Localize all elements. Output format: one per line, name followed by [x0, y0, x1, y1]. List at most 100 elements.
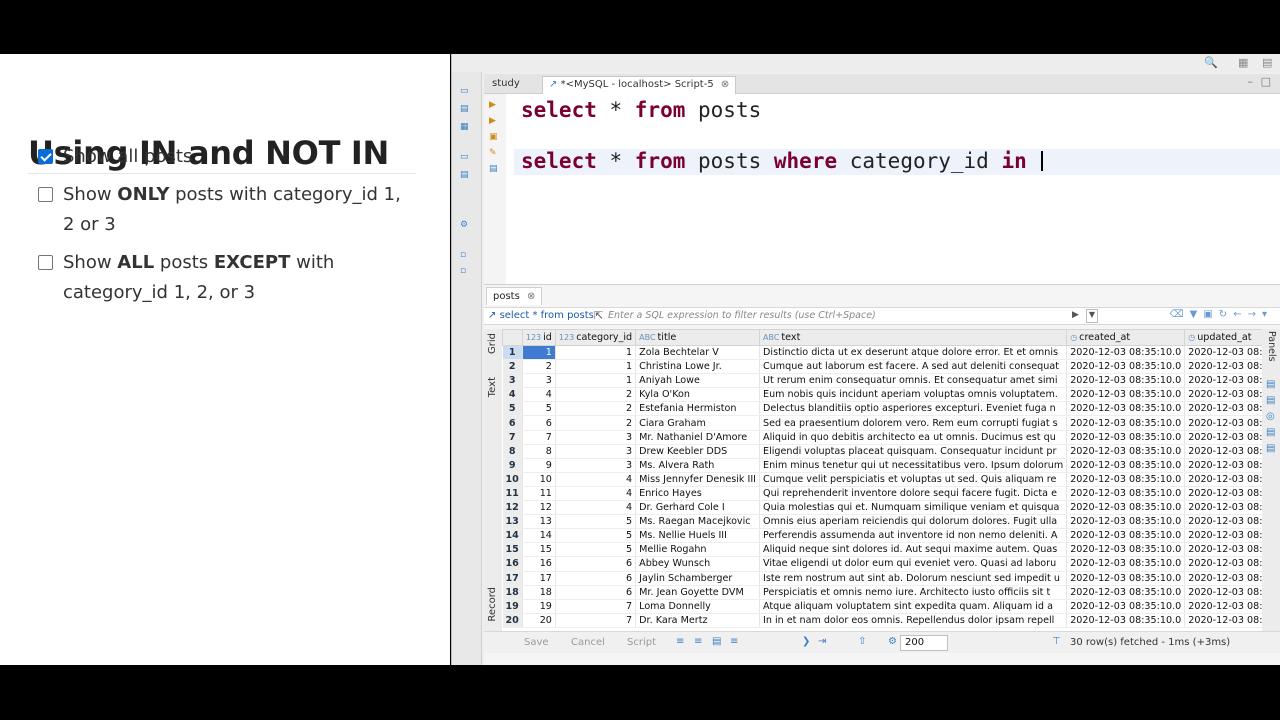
table-cell[interactable]: Ut rerum enim consequatur omnis. Et cons…	[759, 373, 1068, 389]
file-icon[interactable]: ▫	[460, 250, 466, 260]
table-row[interactable]: 17 17 6 Jaylin Schamberger Iste rem nostrum …	[502, 571, 1262, 586]
row-number[interactable]: 11	[502, 486, 523, 502]
table-cell[interactable]: 4	[555, 486, 637, 502]
table-cell[interactable]: 2020-12-03 08:35:10.0	[1184, 430, 1262, 445]
table-cell[interactable]: 1	[555, 373, 637, 389]
row-number[interactable]: 10	[502, 472, 523, 487]
table-cell[interactable]: Aliquid neque sint dolores id. Aut sequi…	[759, 542, 1068, 558]
cancel-button[interactable]: Cancel	[571, 637, 605, 648]
save-button[interactable]: Save	[524, 637, 549, 648]
table-cell[interactable]: 2020-12-03 08:35:10.0	[1066, 556, 1186, 572]
option-checkbox[interactable]	[38, 149, 53, 164]
row-number[interactable]: 12	[502, 500, 523, 516]
export-icon[interactable]: ⇧	[858, 636, 866, 647]
row-number[interactable]: 14	[502, 528, 523, 544]
table-cell[interactable]: 2020-12-03 08:35:10.0	[1066, 528, 1186, 544]
table-cell[interactable]: 2020-12-03 08:35:10.0	[1066, 373, 1186, 389]
error-log-icon[interactable]: ▫	[460, 266, 466, 276]
explain-plan-icon[interactable]: ▣	[489, 132, 498, 142]
table-cell[interactable]: 2020-12-03 08:35:10.0	[1184, 345, 1262, 361]
table-cell[interactable]: Perferendis assumenda aut inventore id n…	[759, 528, 1068, 544]
panel-icon[interactable]: ▤	[1266, 379, 1275, 390]
table-cell[interactable]: 2020-12-03 08:35:10.0	[1184, 556, 1262, 572]
results-grid[interactable]: 123 id 123 category_id ABC title ABC text ◷ creat…	[502, 329, 1262, 631]
table-cell[interactable]: 2020-12-03 08:35:10.0	[1066, 458, 1186, 473]
table-cell[interactable]: 2020-12-03 08:35:10.0	[1184, 359, 1262, 375]
table-cell[interactable]: 2020-12-03 08:35:10.0	[1184, 444, 1262, 459]
column-header-title[interactable]: ABC title	[635, 329, 761, 346]
script-button[interactable]: Script	[627, 637, 656, 648]
next-page-icon[interactable]: ❯	[802, 636, 810, 647]
table-cell[interactable]: 2020-12-03 08:35:10.0	[1184, 571, 1262, 586]
table-cell[interactable]: 13	[522, 514, 556, 530]
minimize-icon[interactable]: –	[1248, 75, 1254, 88]
search-icon[interactable]: 🔍	[1204, 56, 1218, 69]
panel-icon[interactable]: ▤	[1266, 443, 1275, 454]
table-cell[interactable]: Mellie Rogahn	[635, 542, 761, 558]
row-number[interactable]: 2	[502, 359, 523, 375]
table-cell[interactable]: 6	[555, 585, 637, 600]
delete-row-icon[interactable]: ≡	[730, 636, 738, 647]
copy-row-icon[interactable]: ▤	[712, 636, 721, 647]
apply-filter-icon[interactable]: ▶	[1072, 310, 1079, 320]
table-row[interactable]: 2 2 1 Christina Lowe Jr. Cumque aut laborum …	[502, 359, 1262, 375]
table-cell[interactable]: 2020-12-03 08:35:10.0	[1066, 514, 1186, 530]
table-row[interactable]: 9 9 3 Ms. Alvera Rath Enim minus tenetur qui…	[502, 458, 1262, 473]
gear-icon[interactable]: ⚙	[888, 636, 897, 647]
table-cell[interactable]: Iste rem nostrum aut sint ab. Dolorum ne…	[759, 571, 1068, 586]
table-row[interactable]: 3 3 1 Aniyah Lowe Ut rerum enim consequatur …	[502, 373, 1262, 389]
row-number[interactable]: 17	[502, 571, 523, 586]
table-cell[interactable]: 6	[522, 415, 556, 431]
table-cell[interactable]: 2020-12-03 08:35:10.0	[1066, 472, 1186, 487]
table-cell[interactable]: 2020-12-03 08:35:10.0	[1184, 599, 1262, 614]
option-row[interactable]: Show ONLY posts with category_id 1, 2 or…	[38, 180, 408, 240]
table-cell[interactable]: Aliquid in quo debitis architecto ea ut …	[759, 430, 1068, 445]
table-cell[interactable]: 2020-12-03 08:35:10.0	[1184, 542, 1262, 558]
table-cell[interactable]: Vitae eligendi ut dolor eum qui eveniet …	[759, 556, 1068, 572]
table-cell[interactable]: Ms. Raegan Macejkovic	[635, 514, 761, 530]
row-number[interactable]: 6	[502, 415, 523, 431]
table-cell[interactable]: 2020-12-03 08:35:10.0	[1184, 415, 1262, 431]
table-cell[interactable]: 5	[555, 514, 637, 530]
table-cell[interactable]: 7	[555, 599, 637, 614]
table-row[interactable]: 11 11 4 Enrico Hayes Qui reprehenderit inven…	[502, 486, 1262, 502]
table-cell[interactable]: Ciara Graham	[635, 415, 761, 431]
table-cell[interactable]: 2020-12-03 08:35:10.0	[1184, 528, 1262, 544]
tab-record[interactable]: Record	[487, 587, 498, 622]
table-cell[interactable]: Christina Lowe Jr.	[635, 359, 761, 375]
table-cell[interactable]: 17	[522, 571, 556, 586]
panel-icon[interactable]: ▤	[1266, 395, 1275, 406]
row-number[interactable]: 18	[502, 585, 523, 600]
table-row[interactable]: 14 14 5 Ms. Nellie Huels III Perferendis ass…	[502, 528, 1262, 544]
eraser-icon[interactable]: ⌫	[1170, 309, 1190, 320]
filter-history-dropdown[interactable]: ▼	[1086, 309, 1098, 323]
table-cell[interactable]: Eligendi voluptas placeat quisquam. Cons…	[759, 444, 1068, 459]
table-cell[interactable]: 9	[522, 458, 556, 473]
table-cell[interactable]: 6	[555, 571, 637, 586]
table-cell[interactable]: 1	[555, 345, 637, 361]
row-number[interactable]: 4	[502, 387, 523, 403]
table-cell[interactable]: Atque aliquam voluptatem sint expedita q…	[759, 599, 1068, 614]
table-cell[interactable]: Sed ea praesentium dolorem vero. Rem eum…	[759, 415, 1068, 431]
database-navigator-icon[interactable]: ▤	[460, 104, 469, 114]
table-cell[interactable]: 18	[522, 585, 556, 600]
perspective-icon[interactable]: ▦	[1238, 56, 1248, 69]
execute-script-icon[interactable]: ▶	[489, 116, 496, 126]
table-cell[interactable]: 2020-12-03 08:35:10.0	[1066, 401, 1186, 417]
row-number[interactable]: 19	[502, 599, 523, 614]
table-cell[interactable]: 1	[522, 345, 556, 361]
table-row[interactable]: 6 6 2 Ciara Graham Sed ea praesentium dolore…	[502, 415, 1262, 431]
close-icon[interactable]: ⊗	[721, 79, 729, 90]
table-cell[interactable]: 11	[522, 486, 556, 502]
table-cell[interactable]: 2	[555, 401, 637, 417]
table-cell[interactable]: 4	[555, 472, 637, 487]
table-cell[interactable]: 5	[522, 401, 556, 417]
table-cell[interactable]: Drew Keebler DDS	[635, 444, 761, 459]
execute-statement-icon[interactable]: ▶	[489, 100, 496, 110]
table-cell[interactable]: Eum nobis quis incidunt aperiam voluptas…	[759, 387, 1068, 403]
table-cell[interactable]: 2020-12-03 08:35:10.0	[1184, 500, 1262, 516]
outline-icon[interactable]: ▤	[460, 170, 469, 180]
table-cell[interactable]: 14	[522, 528, 556, 544]
table-cell[interactable]: Dr. Gerhard Cole I	[635, 500, 761, 516]
table-cell[interactable]: 2020-12-03 08:35:10.0	[1066, 613, 1186, 628]
